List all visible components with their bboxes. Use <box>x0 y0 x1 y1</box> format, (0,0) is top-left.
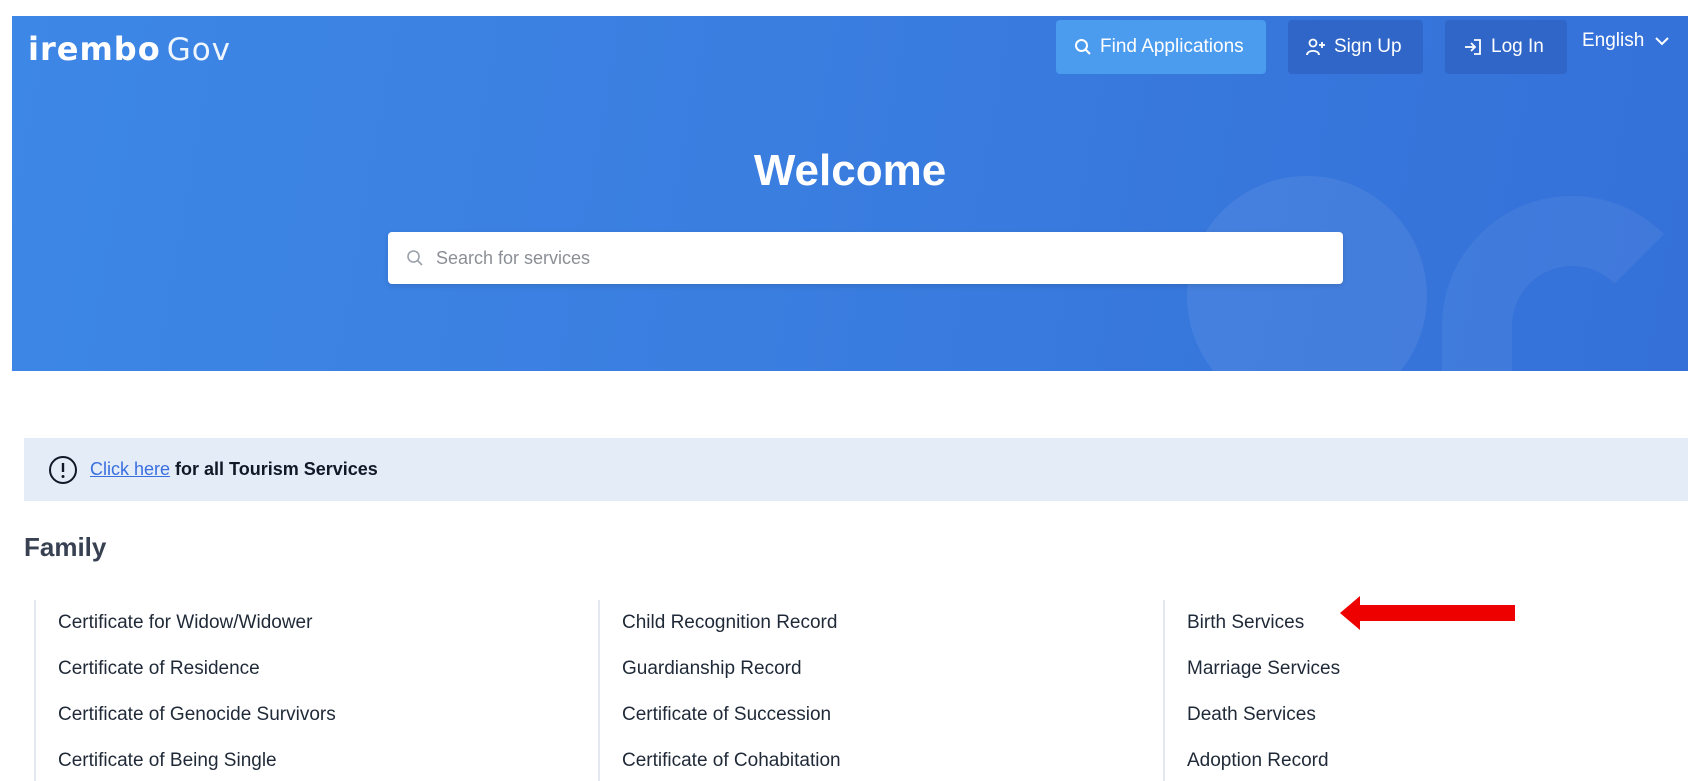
tourism-notice: Click here for all Tourism Services <box>24 438 1688 501</box>
info-circle-icon <box>49 455 77 484</box>
language-label: English <box>1582 30 1645 51</box>
irembo-logo[interactable]: irembo Gov <box>28 30 231 68</box>
service-link[interactable]: Certificate of Being Single <box>58 738 594 781</box>
annotation-arrow-icon <box>1340 596 1515 630</box>
login-icon <box>1465 39 1481 55</box>
log-in-button[interactable]: Log In <box>1445 20 1567 74</box>
search-icon <box>1075 39 1091 55</box>
find-applications-button[interactable]: Find Applications <box>1056 20 1266 74</box>
logo-gov: Gov <box>166 32 232 68</box>
service-link[interactable]: Adoption Record <box>1187 738 1683 781</box>
service-column-2: Child Recognition Record Guardianship Re… <box>598 600 1158 781</box>
log-in-label: Log In <box>1491 36 1544 57</box>
user-plus-icon <box>1306 38 1325 56</box>
section-title-family: Family <box>24 532 107 562</box>
find-applications-label: Find Applications <box>1100 36 1244 57</box>
search-bar[interactable] <box>388 232 1343 284</box>
service-link[interactable]: Child Recognition Record <box>622 600 1158 646</box>
chevron-down-icon <box>1655 37 1670 46</box>
service-link[interactable]: Certificate of Residence <box>58 646 594 692</box>
hero-banner: irembo Gov Find Applications Sign Up Log… <box>12 16 1688 371</box>
service-link[interactable]: Guardianship Record <box>622 646 1158 692</box>
service-link[interactable]: Certificate of Succession <box>622 692 1158 738</box>
service-link[interactable]: Death Services <box>1187 692 1683 738</box>
service-link[interactable]: Marriage Services <box>1187 646 1683 692</box>
service-link[interactable]: Certificate of Cohabitation <box>622 738 1158 781</box>
sign-up-button[interactable]: Sign Up <box>1288 20 1423 74</box>
background-decoration <box>1442 196 1688 371</box>
logo-word: irembo <box>28 30 161 68</box>
search-icon <box>407 250 423 266</box>
language-selector[interactable]: English <box>1582 30 1670 52</box>
page-title: Welcome <box>753 146 947 195</box>
service-column-1: Certificate for Widow/Widower Certificat… <box>34 600 594 781</box>
service-link[interactable]: Certificate for Widow/Widower <box>58 600 594 646</box>
sign-up-label: Sign Up <box>1334 36 1402 57</box>
tourism-link[interactable]: Click here <box>90 459 170 479</box>
service-link[interactable]: Certificate of Genocide Survivors <box>58 692 594 738</box>
tourism-notice-text: for all Tourism Services <box>175 459 378 479</box>
search-input[interactable] <box>436 247 1316 269</box>
